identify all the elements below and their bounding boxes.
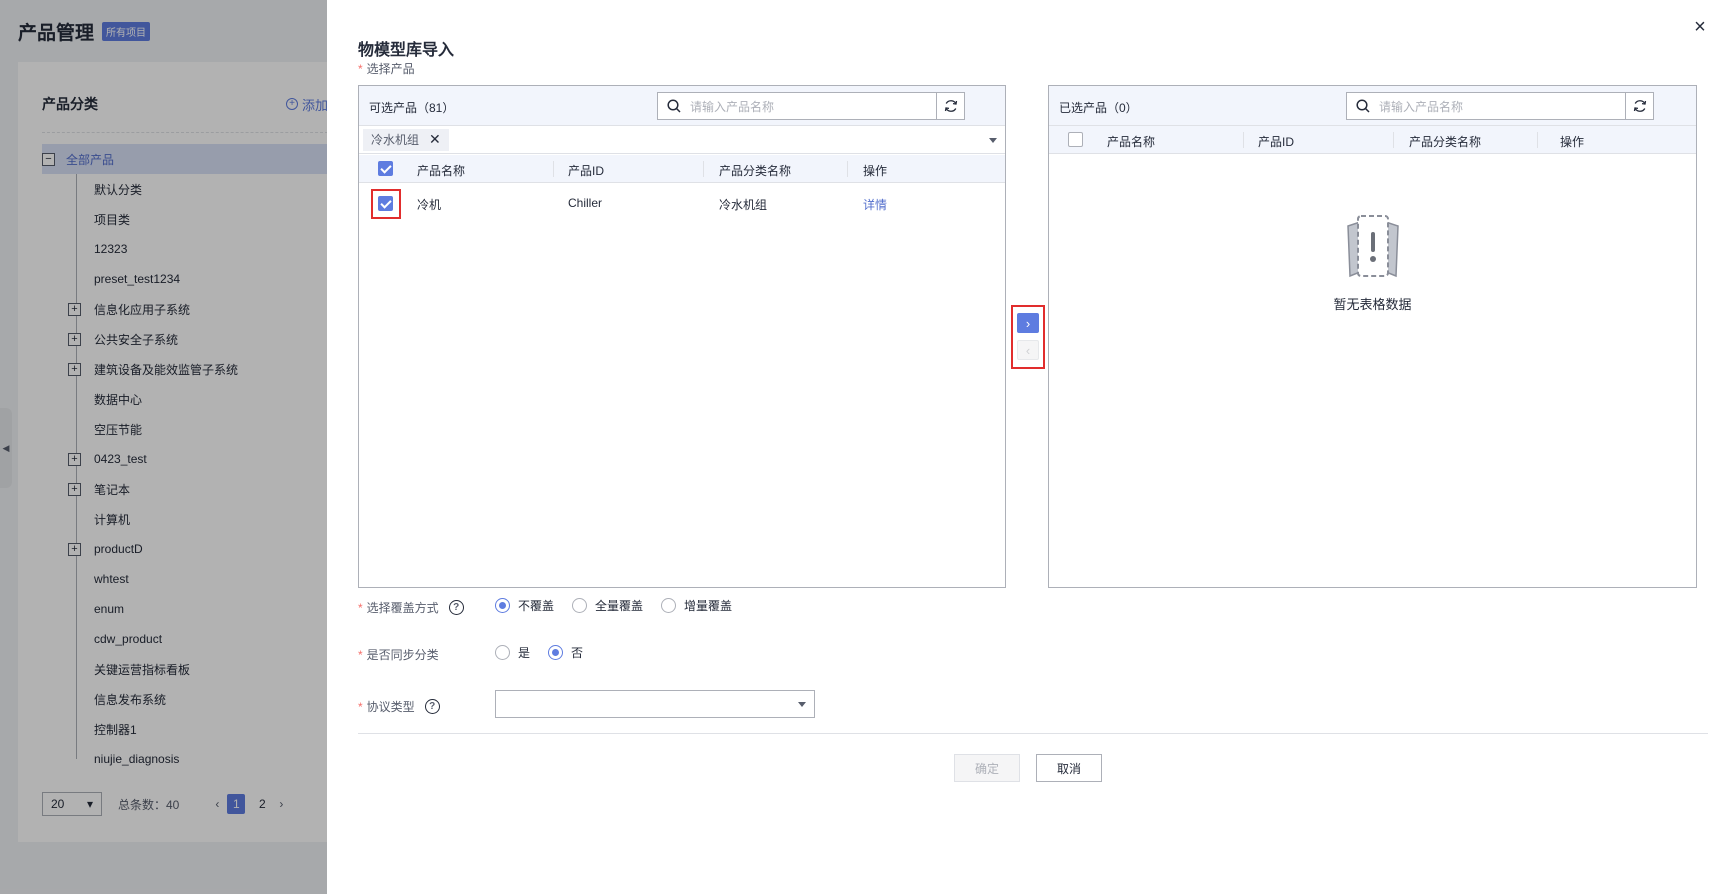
radio-full-overwrite[interactable]: 全量覆盖: [572, 597, 643, 614]
cover-mode-text: 选择覆盖方式: [366, 601, 439, 615]
cover-mode-label: * 选择覆盖方式 ?: [358, 599, 464, 616]
radio-yes[interactable]: 是: [495, 644, 530, 661]
drawer-title: 物模型库导入: [358, 42, 455, 59]
column-divider: [847, 161, 848, 177]
confirm-button[interactable]: 确定: [954, 754, 1020, 782]
column-divider: [1393, 132, 1394, 148]
selected-products-panel: 已选产品（0） 请输入产品名称 产品名称 产品ID 产品分类名称 操作 暂无表格…: [1048, 85, 1697, 588]
right-search-input[interactable]: 请输入产品名称: [1379, 98, 1625, 115]
col-actions: 操作: [1560, 135, 1585, 149]
available-products-header: 可选产品（81） 请输入产品名称: [359, 86, 1005, 126]
cover-mode-radio-group: 不覆盖 全量覆盖 增量覆盖: [495, 597, 750, 614]
column-divider: [553, 161, 554, 177]
radio-label: 不覆盖: [518, 599, 555, 613]
col-product-name: 产品名称: [1107, 135, 1156, 149]
available-products-title: 可选产品（81）: [369, 101, 455, 115]
right-table-header: 产品名称 产品ID 产品分类名称 操作: [1049, 126, 1696, 154]
protocol-type-select[interactable]: [495, 690, 815, 718]
col-actions: 操作: [863, 164, 888, 178]
select-product-label: * 选择产品: [358, 60, 415, 77]
protocol-type-text: 协议类型: [366, 700, 415, 714]
col-product-id: 产品ID: [1258, 135, 1295, 149]
left-table-header: 产品名称 产品ID 产品分类名称 操作: [359, 155, 1005, 183]
selected-products-title: 已选产品（0）: [1059, 101, 1138, 115]
radio-no[interactable]: 否: [548, 644, 583, 661]
left-search-input[interactable]: 请输入产品名称: [690, 98, 936, 115]
chevron-down-icon: [798, 702, 806, 707]
cancel-button[interactable]: 取消: [1036, 754, 1102, 782]
filter-chip: 冷水机组 ✕: [363, 128, 449, 151]
search-icon: [658, 99, 690, 113]
select-product-text: 选择产品: [366, 62, 415, 76]
close-icon[interactable]: ×: [1691, 17, 1709, 37]
col-product-id: 产品ID: [568, 164, 605, 178]
table-row[interactable]: 冷机 Chiller 冷水机组 详情: [359, 184, 1005, 222]
category-filter-select[interactable]: 冷水机组 ✕: [359, 126, 1005, 154]
column-divider: [1537, 132, 1538, 148]
col-category-name: 产品分类名称: [719, 164, 792, 178]
import-drawer: × 物模型库导入 * 选择产品 可选产品（81） 请输入产品名称 冷水机组 ✕: [327, 0, 1725, 894]
required-mark: *: [358, 699, 363, 714]
refresh-icon[interactable]: [936, 93, 964, 119]
select-all-checkbox[interactable]: [1068, 132, 1083, 147]
radio-dot: [661, 598, 677, 613]
footer-divider: [358, 733, 1708, 734]
filter-chip-label: 冷水机组: [371, 133, 420, 147]
radio-dot: [548, 645, 564, 660]
selected-products-header: 已选产品（0） 请输入产品名称: [1049, 86, 1696, 126]
col-category-name: 产品分类名称: [1409, 135, 1482, 149]
empty-state-icon: [1049, 214, 1696, 283]
radio-label: 增量覆盖: [684, 599, 733, 613]
required-mark: *: [358, 600, 363, 615]
cell-category-name: 冷水机组: [719, 198, 768, 212]
radio-label: 是: [518, 646, 531, 660]
empty-state-text: 暂无表格数据: [1333, 297, 1412, 312]
remove-chip-icon[interactable]: ✕: [429, 131, 441, 148]
move-right-button[interactable]: ›: [1017, 313, 1039, 333]
highlight-box: [371, 189, 401, 219]
radio-dot: [572, 598, 588, 613]
help-icon[interactable]: ?: [448, 600, 464, 615]
col-product-name: 产品名称: [417, 164, 466, 178]
available-products-panel: 可选产品（81） 请输入产品名称 冷水机组 ✕ 产品名称 产品ID 产品分类名称…: [358, 85, 1006, 588]
move-left-button[interactable]: ‹: [1017, 340, 1039, 360]
refresh-icon[interactable]: [1625, 93, 1653, 119]
column-divider: [1243, 132, 1244, 148]
required-mark: *: [358, 61, 363, 76]
required-mark: *: [358, 647, 363, 662]
left-search-box: 请输入产品名称: [657, 92, 965, 120]
column-divider: [703, 161, 704, 177]
radio-dot: [495, 645, 510, 660]
sync-category-radio-group: 是 否: [495, 644, 601, 661]
protocol-type-label: * 协议类型 ?: [358, 698, 440, 715]
sync-category-text: 是否同步分类: [366, 648, 439, 662]
detail-link[interactable]: 详情: [863, 196, 887, 213]
radio-label: 否: [571, 646, 584, 660]
search-icon: [1347, 99, 1379, 113]
radio-dot: [495, 598, 510, 613]
cell-product-name: 冷机: [417, 198, 442, 212]
cell-product-id: Chiller: [568, 196, 603, 210]
help-icon[interactable]: ?: [424, 699, 440, 714]
select-all-checkbox[interactable]: [378, 161, 393, 176]
right-search-box: 请输入产品名称: [1346, 92, 1654, 120]
radio-incremental-overwrite[interactable]: 增量覆盖: [661, 597, 732, 614]
sync-category-label: * 是否同步分类: [358, 646, 439, 663]
radio-label: 全量覆盖: [595, 599, 644, 613]
chevron-down-icon[interactable]: [989, 138, 997, 143]
radio-no-overwrite[interactable]: 不覆盖: [495, 597, 554, 614]
